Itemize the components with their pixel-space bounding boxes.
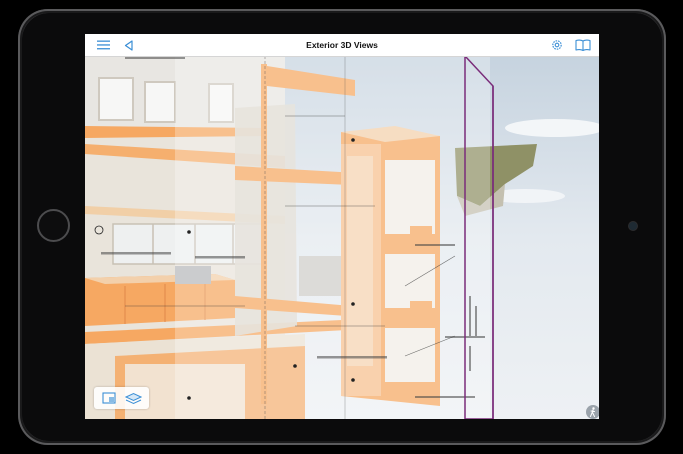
building-section-render: [85, 56, 599, 419]
settings-button[interactable]: [550, 38, 564, 52]
page-title: Exterior 3D Views: [306, 40, 378, 50]
sheet-view-button[interactable]: [100, 390, 118, 406]
menu-icon: [96, 40, 110, 50]
back-button[interactable]: [122, 38, 134, 52]
walk-mode-button[interactable]: [586, 405, 599, 419]
walk-person-icon: [590, 407, 595, 417]
sheet-view-icon: [102, 392, 116, 404]
front-camera: [629, 222, 637, 230]
back-arrow-icon: [124, 39, 133, 51]
app-screen: Exterior 3D Views: [85, 34, 599, 419]
home-button[interactable]: [37, 209, 70, 242]
layers-3d-button[interactable]: [125, 390, 143, 406]
view-toolbar: [94, 387, 149, 409]
book-icon: [574, 39, 591, 51]
settings-gear-icon: [552, 40, 562, 50]
3d-model-viewport[interactable]: [85, 56, 599, 419]
layers-3d-icon: [125, 392, 143, 404]
menu-button[interactable]: [96, 38, 110, 52]
book-button[interactable]: [574, 38, 591, 52]
top-navigation-bar: Exterior 3D Views: [85, 34, 599, 57]
